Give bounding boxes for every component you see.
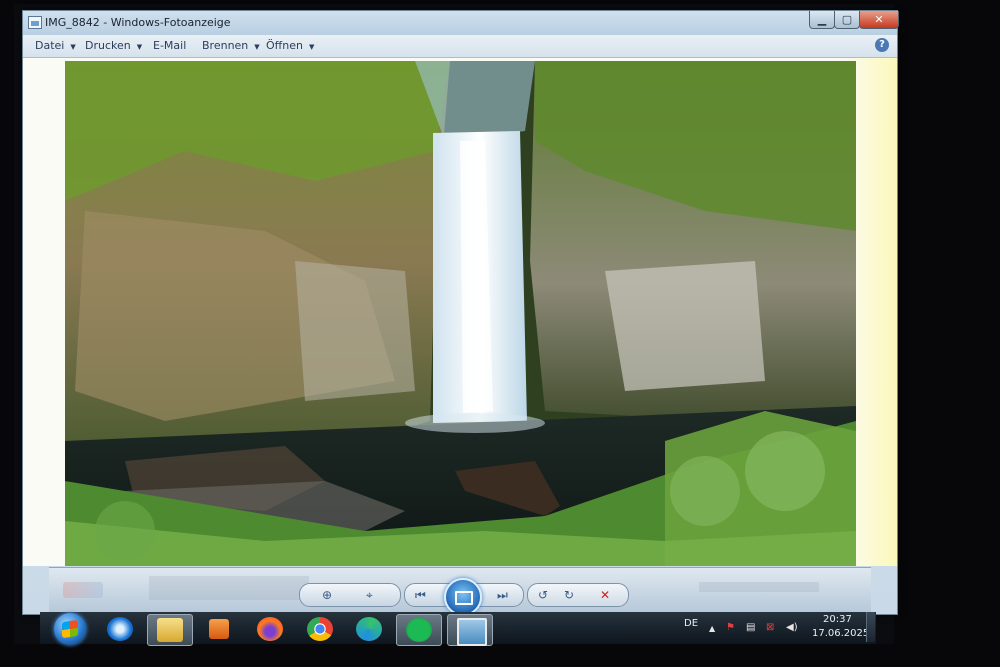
- menu-bar: Datei ▼ Drucken ▼ E-Mail Brennen ▼ Öffnen ▼ …: [23, 35, 897, 58]
- rotate-right-icon[interactable]: ↻: [564, 588, 574, 602]
- waterfall-photo-art: [65, 61, 856, 566]
- photo-glyph: [457, 618, 487, 646]
- folder-glyph: [157, 618, 183, 642]
- spotify-glyph: [406, 618, 432, 642]
- firefox-icon[interactable]: [248, 614, 292, 644]
- language-indicator[interactable]: DE: [684, 618, 698, 629]
- delete-icon[interactable]: ✕: [600, 588, 610, 602]
- menu-email[interactable]: E-Mail: [153, 39, 186, 52]
- menu-oeffnen-label: Öffnen: [266, 39, 303, 52]
- waterfall-photo[interactable]: [65, 61, 856, 566]
- image-viewport: [23, 58, 897, 566]
- menu-brennen-label: Brennen: [202, 39, 249, 52]
- rotate-left-icon[interactable]: ↺: [538, 588, 548, 602]
- control-bar: ⊕ ⌖ ⏮ ⏭ ↺ ↻ ✕: [49, 567, 871, 616]
- photo-viewer-window: IMG_8842 - Windows-Fotoanzeige ▁ ▢ ✕ Dat…: [22, 10, 899, 616]
- menu-drucken[interactable]: Drucken ▼: [85, 39, 142, 52]
- edge-glyph: [356, 617, 382, 641]
- slideshow-icon: [455, 591, 473, 605]
- photo-viewer-taskbar-icon[interactable]: [447, 614, 493, 646]
- chevron-down-icon: ▼: [308, 43, 315, 51]
- chrome-glyph: [307, 617, 333, 641]
- volume-icon[interactable]: ◀): [786, 622, 798, 633]
- start-button[interactable]: [54, 613, 86, 645]
- clock-date[interactable]: 17.06.2025: [812, 628, 869, 639]
- menu-oeffnen[interactable]: Öffnen ▼: [266, 39, 314, 52]
- menu-datei[interactable]: Datei ▼: [35, 39, 76, 52]
- zoom-group: ⊕ ⌖: [299, 583, 401, 607]
- tray-expand-icon[interactable]: ▲: [709, 624, 715, 633]
- clock-time[interactable]: 20:37: [823, 614, 852, 625]
- menu-email-label: E-Mail: [153, 39, 187, 52]
- media-glyph: [209, 619, 229, 639]
- zoom-icon[interactable]: ⊕: [322, 588, 332, 602]
- next-icon[interactable]: ⏭: [497, 588, 508, 603]
- show-desktop-button[interactable]: [866, 612, 875, 642]
- reflection-artifact: [699, 582, 819, 592]
- edit-group: ↺ ↻ ✕: [527, 583, 629, 607]
- edge-icon[interactable]: [347, 614, 391, 644]
- menu-datei-label: Datei: [35, 39, 65, 52]
- slideshow-button[interactable]: [444, 578, 482, 616]
- windows-logo-icon: [62, 619, 78, 639]
- minimize-button[interactable]: ▁: [809, 11, 835, 29]
- title-bar[interactable]: IMG_8842 - Windows-Fotoanzeige ▁ ▢ ✕: [23, 11, 899, 35]
- media-player-icon[interactable]: [197, 614, 241, 644]
- close-button[interactable]: ✕: [859, 11, 899, 29]
- firefox-glyph: [257, 617, 283, 641]
- spotify-icon[interactable]: [396, 614, 442, 646]
- chevron-down-icon: ▼: [254, 43, 260, 51]
- chevron-down-icon: ▼: [70, 43, 76, 51]
- photo-viewer-icon: [28, 16, 42, 29]
- maximize-button[interactable]: ▢: [834, 11, 860, 29]
- reflection-artifact: [63, 582, 103, 598]
- menu-drucken-label: Drucken: [85, 39, 131, 52]
- network-icon[interactable]: ⊠: [766, 622, 774, 633]
- reflection-artifact: [149, 576, 309, 600]
- device-icon[interactable]: ▤: [746, 622, 755, 633]
- window-title: IMG_8842 - Windows-Fotoanzeige: [45, 16, 231, 29]
- menu-brennen[interactable]: Brennen ▼: [202, 39, 260, 52]
- help-icon[interactable]: ?: [875, 38, 889, 52]
- ie-glyph: [107, 617, 133, 641]
- previous-icon[interactable]: ⏮: [415, 588, 426, 603]
- chevron-down-icon: ▼: [136, 43, 143, 51]
- internet-explorer-icon[interactable]: [98, 614, 142, 644]
- action-center-flag-icon[interactable]: ⚑: [726, 622, 735, 633]
- file-explorer-icon[interactable]: [147, 614, 193, 646]
- chrome-icon[interactable]: [298, 614, 342, 644]
- fit-to-window-icon[interactable]: ⌖: [366, 588, 373, 603]
